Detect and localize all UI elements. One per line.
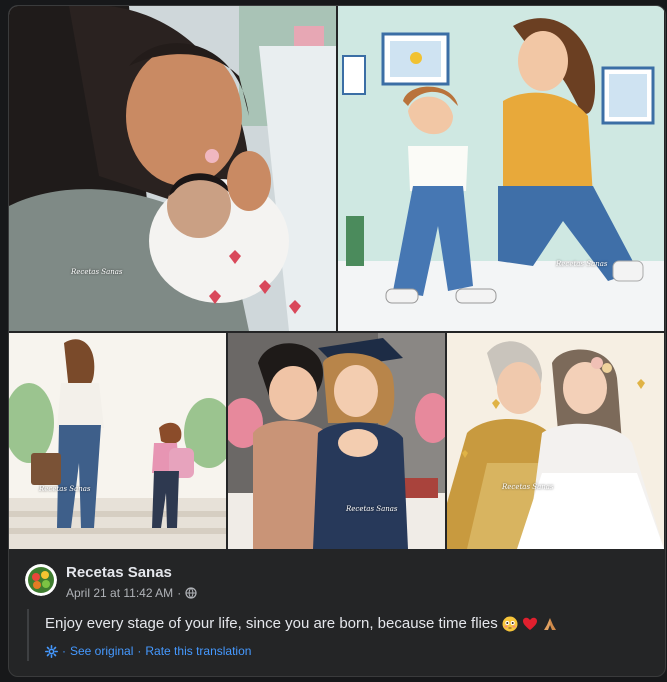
rate-translation-link[interactable]: Rate this translation <box>145 644 251 658</box>
separator-dot: · <box>62 644 66 658</box>
folded-hands-icon <box>543 617 556 630</box>
post-meta: Recetas Sanas April 21 at 11:42 AM · Enj… <box>9 551 665 676</box>
post-text: Enjoy every stage of your life, since yo… <box>45 615 498 632</box>
translation-quote-bar <box>27 609 29 661</box>
watermark-text: Recetas Sanas <box>556 260 608 268</box>
red-heart-icon <box>522 617 537 630</box>
post-timestamp[interactable]: April 21 at 11:42 AM <box>66 586 173 600</box>
translation-row: · See original · Rate this translation <box>45 644 251 658</box>
watermark-text: Recetas Sanas <box>502 483 554 491</box>
photo-graduation-hug[interactable]: Recetas Sanas <box>228 333 445 549</box>
watermark-text: Recetas Sanas <box>71 268 123 276</box>
separator-dot: · <box>177 586 182 600</box>
photo-mother-newborn[interactable]: Recetas Sanas <box>9 6 336 331</box>
photo-toddler-walking[interactable]: Recetas Sanas <box>338 6 664 331</box>
globe-icon[interactable] <box>185 587 197 599</box>
post-card: Recetas Sanas Recetas Sanas Recetas Sana… <box>8 5 666 677</box>
post-timestamp-row: April 21 at 11:42 AM · <box>66 586 197 600</box>
separator-dot: · <box>137 644 142 658</box>
author-name[interactable]: Recetas Sanas <box>66 564 172 581</box>
photo-wedding-hug[interactable]: Recetas Sanas <box>447 333 664 549</box>
flushed-face-icon <box>502 616 518 631</box>
page-avatar[interactable] <box>25 564 57 596</box>
watermark-text: Recetas Sanas <box>39 485 91 493</box>
photo-walk-to-school[interactable]: Recetas Sanas <box>9 333 226 549</box>
post-text-row: Enjoy every stage of your life, since yo… <box>45 615 558 632</box>
see-original-link[interactable]: See original <box>70 644 133 658</box>
watermark-text: Recetas Sanas <box>346 505 398 513</box>
gear-icon[interactable] <box>45 644 58 658</box>
